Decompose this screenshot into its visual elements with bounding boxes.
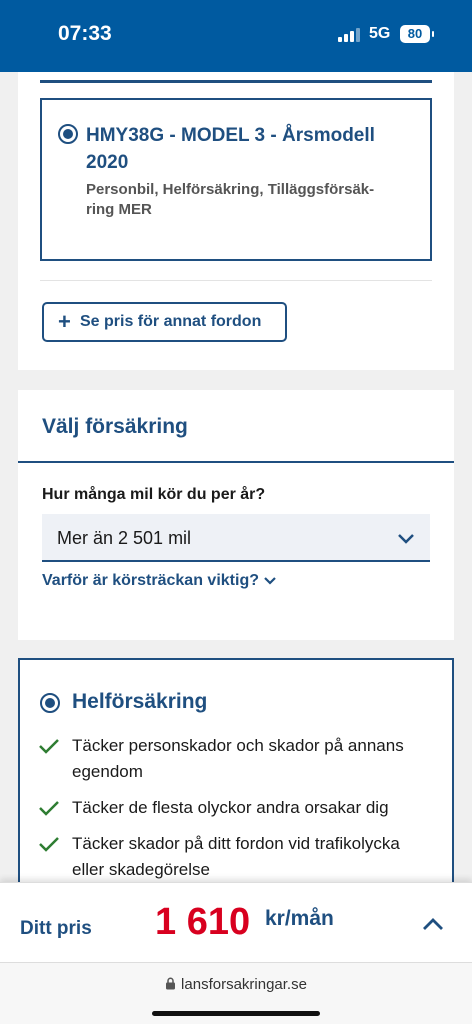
check-icon (39, 801, 59, 816)
feature-text: Täcker personskador och skador på annans… (72, 736, 404, 781)
signal-icon (338, 28, 362, 42)
other-vehicle-button[interactable]: + Se pris för annat fordon (42, 302, 287, 342)
other-vehicle-label: Se pris för annat fordon (80, 313, 262, 330)
plan-card[interactable]: Helförsäkring Täcker personskador och sk… (18, 658, 454, 898)
plus-icon: + (58, 309, 71, 334)
url-display[interactable]: lansforsakringar.se (0, 976, 472, 993)
status-bar: 07:33 5G 80 (0, 0, 472, 72)
feature-text: Täcker skador på ditt fordon vid trafiko… (72, 834, 400, 879)
vehicle-option[interactable]: HMY38G - MODEL 3 - Årsmodell 2020 Person… (40, 98, 432, 261)
url-text: lansforsakringar.se (181, 976, 307, 993)
chevron-down-icon (264, 576, 276, 585)
section-title: Välj försäkring (42, 415, 188, 438)
vehicle-card: HMY38G - MODEL 3 - Årsmodell 2020 Person… (18, 72, 454, 370)
price-bar[interactable]: Ditt pris 1 610 kr/mån (0, 882, 472, 962)
check-icon (39, 739, 59, 754)
vehicle-title: HMY38G - MODEL 3 - Årsmodell 2020 (86, 125, 375, 173)
battery-icon: 80 (400, 25, 434, 43)
home-indicator (152, 1011, 320, 1016)
why-mileage-link[interactable]: Varför är körsträckan viktig? (42, 572, 277, 590)
price-unit: kr/mån (265, 907, 334, 930)
price-label: Ditt pris (20, 918, 92, 939)
divider (40, 80, 432, 83)
chevron-down-icon (398, 534, 414, 544)
feature-text: Täcker de flesta olyckor andra orsakar d… (72, 798, 389, 817)
radio-selected-icon[interactable] (58, 124, 78, 144)
check-icon (39, 837, 59, 852)
lock-icon (166, 977, 176, 990)
mileage-select[interactable]: Mer än 2 501 mil (42, 514, 430, 562)
mileage-value: Mer än 2 501 mil (57, 528, 192, 548)
insurance-card: Välj försäkring Hur många mil kör du per… (18, 390, 454, 640)
mileage-label: Hur många mil kör du per år? (42, 486, 266, 503)
divider (40, 280, 432, 281)
radio-selected-icon[interactable] (40, 693, 60, 713)
status-time: 07:33 (58, 22, 112, 45)
browser-url-bar[interactable]: lansforsakringar.se (0, 962, 472, 1024)
divider (18, 461, 454, 463)
vehicle-description: Personbil, Helförsäkring, Tilläggsförsäk… (86, 181, 375, 218)
network-label: 5G (369, 25, 391, 42)
plan-name: Helförsäkring (72, 690, 208, 713)
why-mileage-label: Varför är körsträckan viktig? (42, 572, 259, 589)
price-value: 1 610 (155, 901, 251, 943)
chevron-up-icon[interactable] (420, 913, 446, 935)
